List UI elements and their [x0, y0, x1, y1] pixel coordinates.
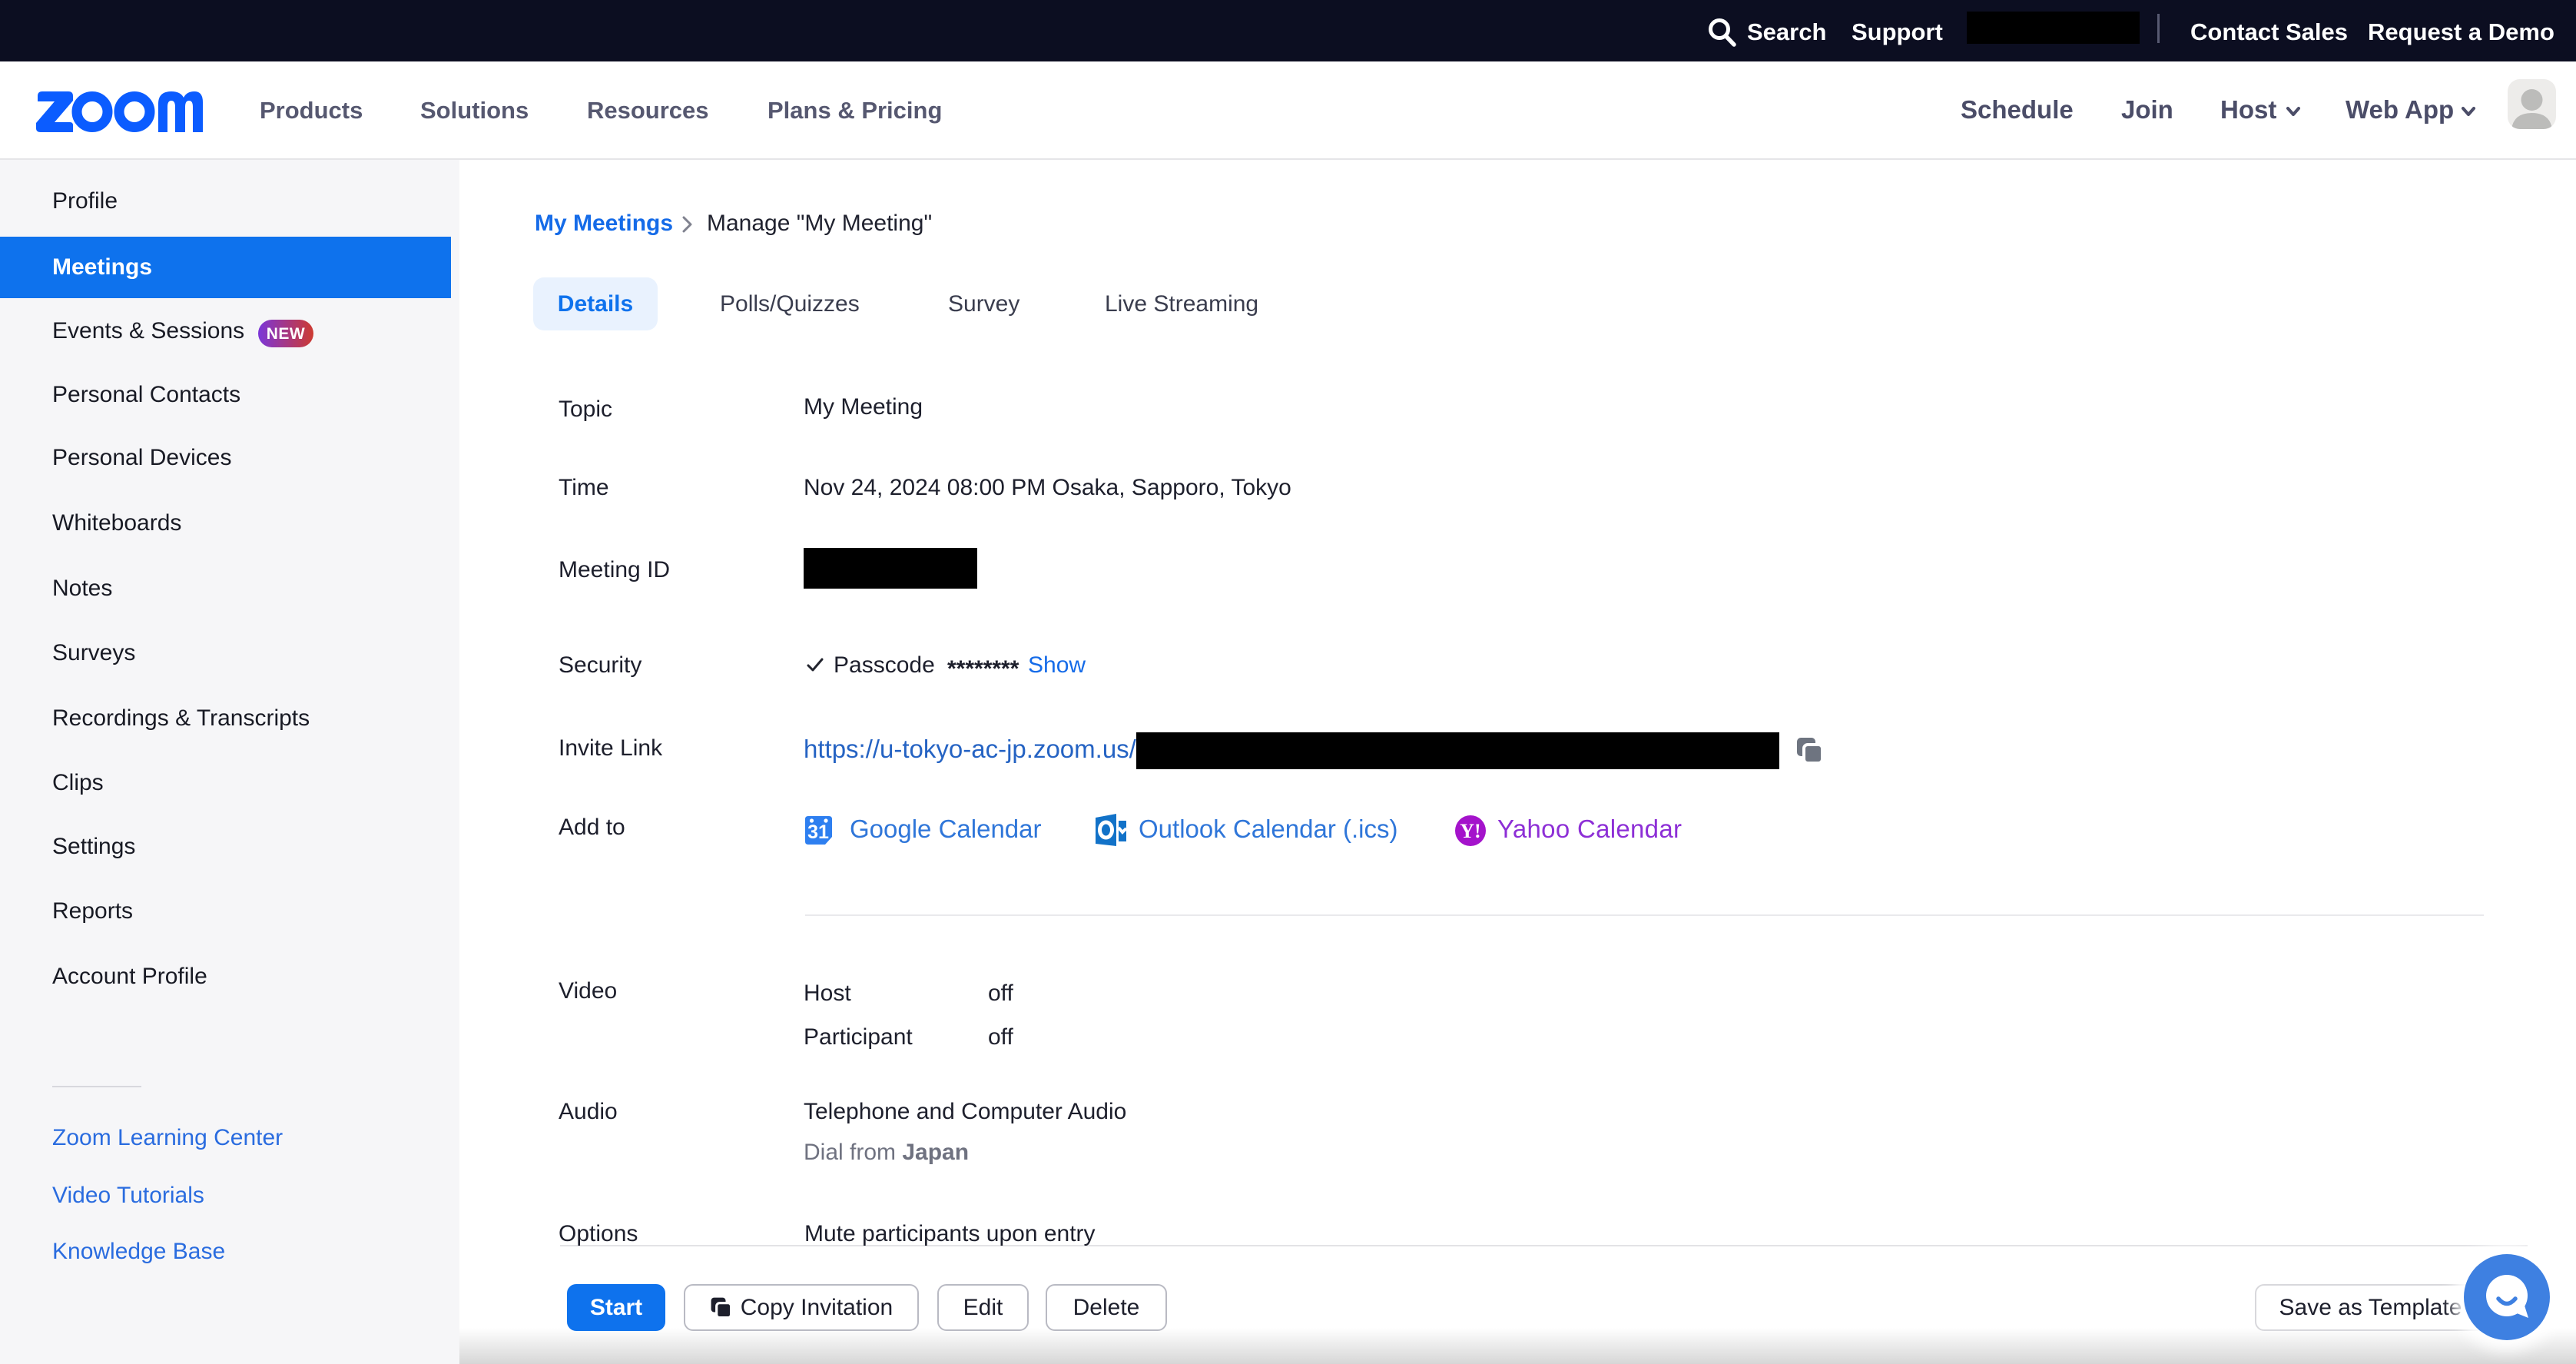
svg-text:Y!: Y! — [1460, 820, 1480, 842]
svg-text:31: 31 — [807, 821, 829, 843]
